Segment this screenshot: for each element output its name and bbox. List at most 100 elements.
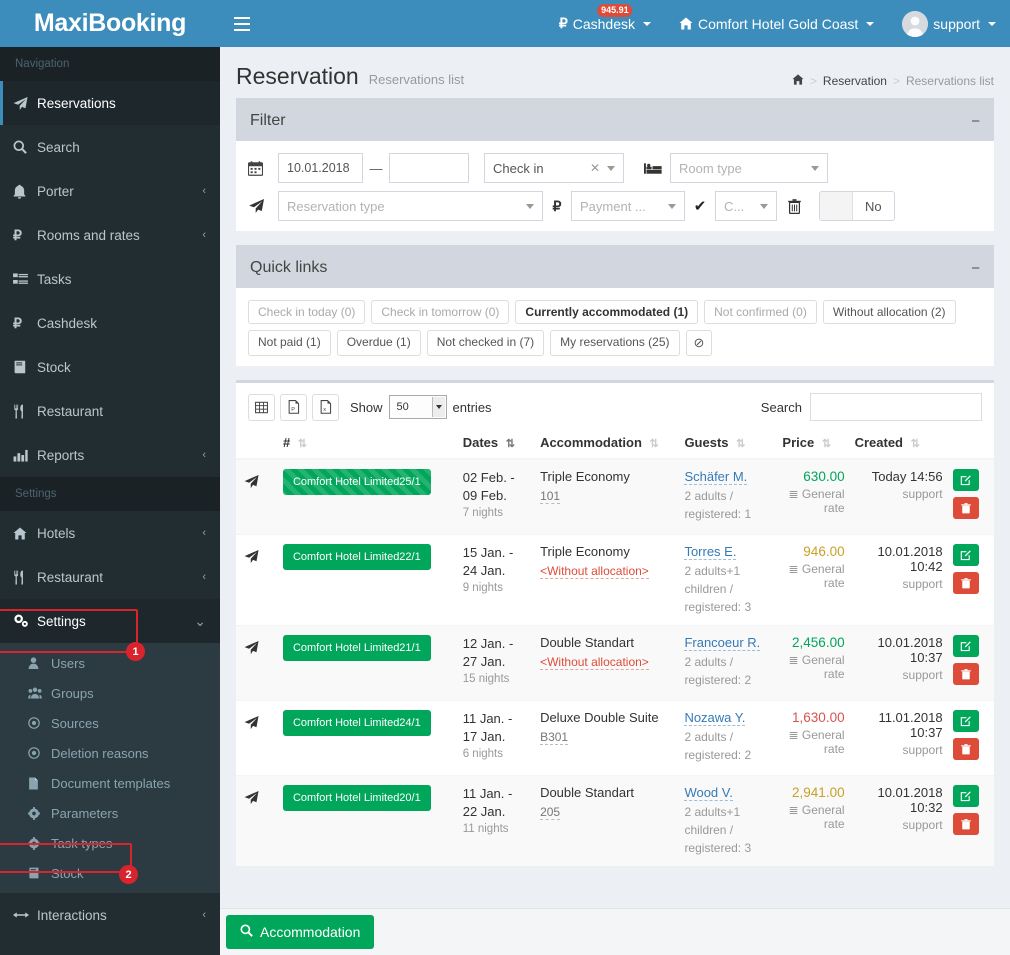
navbar-hotel-selector[interactable]: Comfort Hotel Gold Coast (665, 0, 888, 47)
sidebar-item-rooms-and-rates[interactable]: ₽ Rooms and rates ‹ (0, 213, 220, 257)
table-row[interactable]: Comfort Hotel Limited20/1 11 Jan. - 22 J… (236, 775, 994, 866)
accommodation-button[interactable]: Accommodation (226, 915, 375, 949)
delete-button[interactable] (952, 813, 979, 835)
delete-button[interactable] (952, 663, 979, 685)
table-row[interactable]: Comfort Hotel Limited25/1 02 Feb. - 09 F… (236, 458, 994, 535)
ruble-icon: ₽ (558, 15, 568, 31)
row-guest-name[interactable]: Nozawa Y. (684, 710, 746, 726)
edit-button[interactable] (952, 710, 979, 732)
quick-link-without-allocation[interactable]: Without allocation (2) (822, 300, 956, 324)
navbar-cashdesk-menu[interactable]: 945.91 ₽ Cashdesk (545, 0, 665, 47)
quick-link-overdue[interactable]: Overdue (1) (336, 330, 421, 356)
export-excel-button[interactable]: x (312, 393, 339, 421)
quick-link-check-in-tomorrow[interactable]: Check in tomorrow (0) (371, 300, 510, 324)
navbar-user-menu[interactable]: support (888, 0, 1010, 47)
export-pdf-button[interactable]: P (280, 393, 307, 421)
delete-button[interactable] (952, 572, 979, 594)
home-icon[interactable] (792, 74, 804, 88)
entries-per-page-select[interactable]: 50 (388, 395, 447, 419)
edit-button[interactable] (952, 544, 979, 566)
quick-link-not-checked-in[interactable]: Not checked in (7) (426, 330, 545, 356)
sidebar-item-deletion-reasons[interactable]: Deletion reasons (0, 738, 220, 768)
sidebar-item-search[interactable]: Search (0, 125, 220, 169)
sidebar-item-task-types[interactable]: Task types (0, 828, 220, 858)
sidebar-item-hotels[interactable]: Hotels ‹ (0, 511, 220, 555)
row-send-icon-cell[interactable] (236, 625, 267, 701)
sidebar-item-reservations[interactable]: Reservations (0, 81, 220, 125)
date-to-input[interactable] (389, 153, 469, 183)
quick-links-collapse-button[interactable]: − (971, 261, 980, 276)
row-rate-label: General rate (801, 653, 845, 681)
sidebar-item-groups[interactable]: Groups (0, 678, 220, 708)
table-row[interactable]: Comfort Hotel Limited22/1 15 Jan. - 24 J… (236, 534, 994, 626)
quick-link-clear-icon[interactable]: ⊘ (685, 330, 713, 356)
sidebar-item-cashdesk[interactable]: ₽ Cashdesk (0, 301, 220, 345)
deleted-toggle[interactable]: No (819, 191, 895, 221)
date-type-select[interactable]: Check in ✕ (484, 153, 624, 183)
sidebar-item-users[interactable]: Users (0, 648, 220, 678)
edit-button[interactable] (952, 785, 979, 807)
search-input[interactable] (810, 393, 982, 421)
row-guest-name[interactable]: Torres E. (684, 544, 737, 560)
row-room[interactable]: <Without allocation> (540, 564, 649, 579)
table-row[interactable]: Comfort Hotel Limited21/1 12 Jan. - 27 J… (236, 625, 994, 701)
sidebar-item-interactions[interactable]: Interactions ‹ (0, 893, 220, 937)
row-room[interactable]: 205 (540, 805, 561, 820)
sidebar-item-porter[interactable]: Porter ‹ (0, 169, 220, 213)
payment-state-select[interactable]: Payment ... (571, 191, 685, 221)
filter-collapse-button[interactable]: − (971, 114, 980, 129)
th-accommodation[interactable]: Accommodation ⇅ (535, 427, 680, 460)
row-room[interactable]: <Without allocation> (540, 655, 649, 670)
reservation-tag[interactable]: Comfort Hotel Limited25/1 (282, 469, 431, 495)
app-logo[interactable]: MaxiBooking (0, 0, 220, 47)
quick-link-not-paid[interactable]: Not paid (1) (248, 330, 331, 356)
row-dates: 11 Jan. - 17 Jan. (462, 711, 513, 744)
row-room[interactable]: 101 (540, 489, 561, 504)
row-room[interactable]: B301 (540, 730, 569, 745)
quick-link-currently-accommodated[interactable]: Currently accommodated (1) (515, 300, 699, 324)
row-send-icon-cell[interactable] (236, 700, 267, 776)
row-send-icon-cell[interactable] (236, 534, 267, 626)
copy-columns-button[interactable] (248, 393, 275, 421)
row-guest-name[interactable]: Wood V. (684, 785, 733, 801)
room-type-select[interactable]: Room type (670, 153, 828, 183)
row-send-icon-cell[interactable] (236, 458, 267, 535)
quick-link-check-in-today[interactable]: Check in today (0) (248, 300, 366, 324)
sidebar-item-restaurant[interactable]: Restaurant (0, 389, 220, 433)
delete-button[interactable] (952, 497, 979, 519)
trash-icon[interactable] (777, 198, 811, 214)
reservation-type-select[interactable]: Reservation type (278, 191, 543, 221)
row-guest-name[interactable]: Schäfer M. (684, 469, 748, 485)
clear-icon[interactable]: ✕ (590, 161, 607, 175)
reservation-tag[interactable]: Comfort Hotel Limited24/1 (282, 710, 431, 736)
sidebar-item-parameters[interactable]: Parameters (0, 798, 220, 828)
row-guest-name[interactable]: Francoeur R. (684, 635, 761, 651)
reservation-tag[interactable]: Comfort Hotel Limited20/1 (282, 785, 431, 811)
sidebar-item-tasks[interactable]: Tasks (0, 257, 220, 301)
th-dates[interactable]: Dates ⇅ (457, 427, 536, 460)
sidebar-item-settings[interactable]: Settings ⌄ (0, 599, 220, 643)
th-number[interactable]: # ⇅ (266, 427, 458, 460)
breadcrumb-item-reservation[interactable]: Reservation (823, 74, 887, 88)
quick-link-my-reservations[interactable]: My reservations (25) (550, 330, 680, 356)
th-guests[interactable]: Guests ⇅ (679, 427, 778, 460)
th-price[interactable]: Price ⇅ (777, 427, 850, 460)
confirmation-select[interactable]: C... (715, 191, 777, 221)
edit-button[interactable] (952, 469, 979, 491)
quick-link-not-confirmed[interactable]: Not confirmed (0) (704, 300, 817, 324)
sidebar-item-document-templates[interactable]: Document templates (0, 768, 220, 798)
table-row[interactable]: Comfort Hotel Limited24/1 11 Jan. - 17 J… (236, 700, 994, 776)
date-from-input[interactable]: 10.01.2018 (278, 153, 363, 183)
sidebar-item-stock-settings[interactable]: Stock (0, 858, 220, 888)
row-send-icon-cell[interactable] (236, 775, 267, 866)
edit-button[interactable] (952, 635, 979, 657)
sidebar-toggle-button[interactable] (220, 0, 264, 47)
th-created[interactable]: Created ⇅ (849, 427, 948, 460)
reservation-tag[interactable]: Comfort Hotel Limited21/1 (282, 635, 431, 661)
sidebar-item-restaurant-settings[interactable]: Restaurant ‹ (0, 555, 220, 599)
delete-button[interactable] (952, 738, 979, 760)
sidebar-item-stock[interactable]: Stock (0, 345, 220, 389)
reservation-tag[interactable]: Comfort Hotel Limited22/1 (282, 544, 431, 570)
sidebar-item-reports[interactable]: Reports ‹ (0, 433, 220, 477)
sidebar-item-sources[interactable]: Sources (0, 708, 220, 738)
